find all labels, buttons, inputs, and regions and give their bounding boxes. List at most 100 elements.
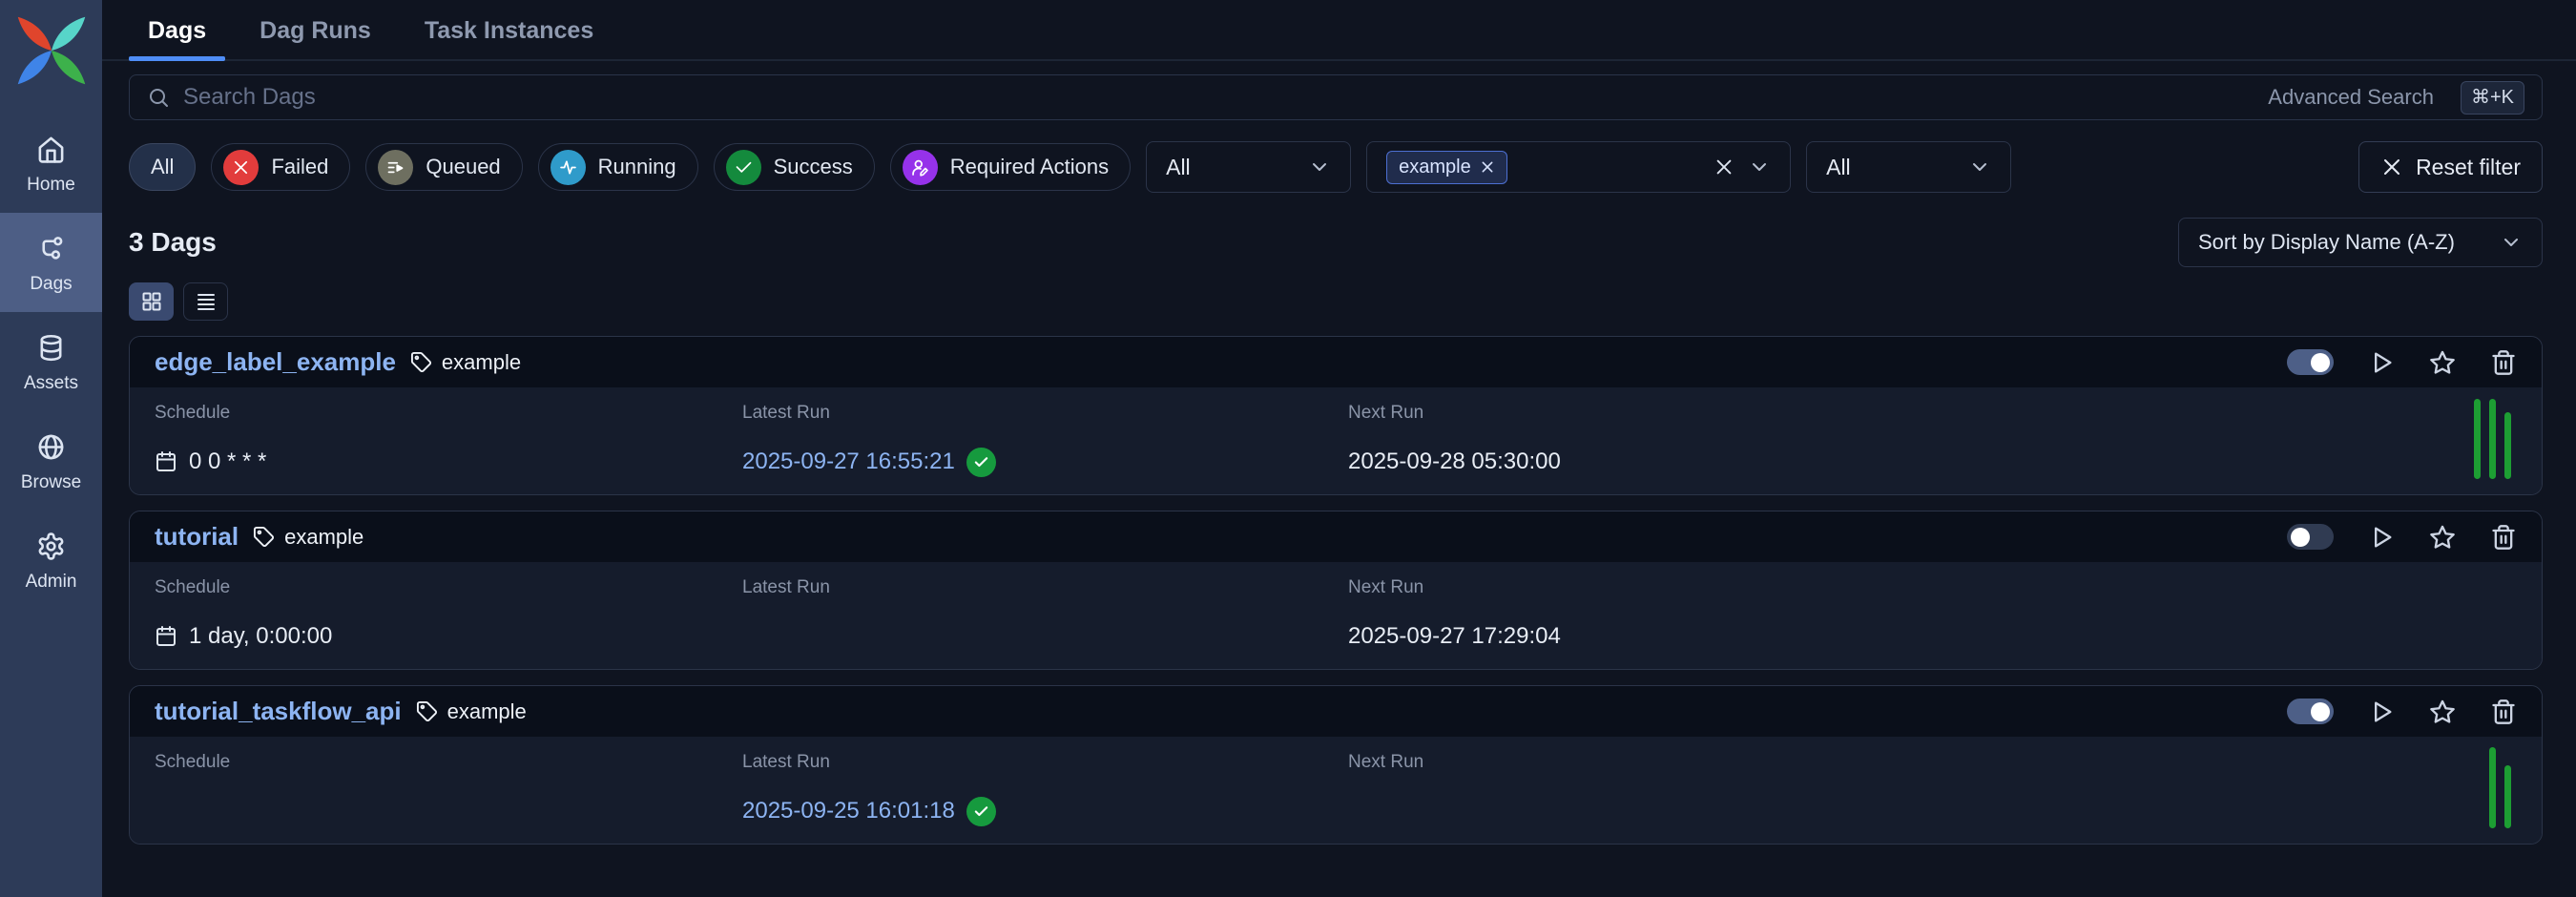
favorite-dag-button[interactable]: [2429, 699, 2456, 725]
database-icon: [36, 333, 66, 363]
tag-chips: example: [1386, 151, 1507, 184]
home-icon: [36, 135, 66, 164]
dag-card-header: edge_label_example example: [130, 337, 2542, 387]
play-icon: [2368, 699, 2395, 725]
delete-dag-button[interactable]: [2490, 699, 2517, 725]
filter-select-left-value: All: [1166, 155, 1191, 180]
sidebar-item-label: Admin: [26, 572, 77, 593]
star-icon: [2429, 699, 2456, 725]
tag-filter-select[interactable]: example: [1366, 141, 1791, 193]
list-view-button[interactable]: [183, 282, 228, 321]
top-tabbar: Dags Dag Runs Task Instances: [102, 0, 2576, 61]
dag-card-body: Schedule 0 0 * * * Latest Run 2025-09-27…: [130, 387, 2542, 494]
advanced-search-link[interactable]: Advanced Search: [2268, 85, 2434, 110]
state-chips: All Failed Queued Running Success Requir…: [129, 143, 1131, 191]
latest-run-link[interactable]: 2025-09-25 16:01:18: [742, 798, 955, 824]
delete-dag-button[interactable]: [2490, 524, 2517, 551]
dag-card-header: tutorial_taskflow_api example: [130, 686, 2542, 737]
main-content: Dags Dag Runs Task Instances Advanced Sear…: [102, 0, 2576, 897]
tab-dag-runs[interactable]: Dag Runs: [240, 0, 390, 59]
dag-pause-toggle[interactable]: [2287, 699, 2334, 724]
latest-run-column: Latest Run: [742, 574, 1348, 656]
search-input[interactable]: [183, 84, 2254, 111]
filter-select-right-value: All: [1826, 155, 1851, 180]
run-bar[interactable]: [2504, 765, 2511, 828]
trigger-dag-button[interactable]: [2368, 524, 2395, 551]
user-pen-icon: [903, 150, 938, 185]
dag-tag[interactable]: example: [253, 525, 364, 550]
dag-pause-toggle[interactable]: [2287, 349, 2334, 375]
dag-actions: [2287, 349, 2517, 376]
clear-tags-icon[interactable]: [1714, 156, 1735, 177]
delete-dag-button[interactable]: [2490, 349, 2517, 376]
sidebar-item-label: Assets: [24, 373, 78, 394]
favorite-dag-button[interactable]: [2429, 524, 2456, 551]
dag-tag[interactable]: example: [416, 699, 527, 724]
queued-icon: [378, 150, 413, 185]
dag-name-link[interactable]: tutorial: [155, 522, 239, 552]
sidebar-item-home[interactable]: Home: [0, 114, 102, 213]
sidebar-item-dags[interactable]: Dags: [0, 213, 102, 312]
sidebar-item-browse[interactable]: Browse: [0, 411, 102, 511]
grid-view-button[interactable]: [129, 282, 174, 321]
filter-chip-queued[interactable]: Queued: [365, 143, 522, 191]
dag-name-link[interactable]: tutorial_taskflow_api: [155, 697, 402, 726]
dag-name-link[interactable]: edge_label_example: [155, 347, 396, 377]
results-row: 3 Dags Sort by Display Name (A-Z): [129, 218, 2543, 267]
dag-card-edge-label-example: edge_label_example example Schedul: [129, 336, 2543, 495]
filter-chip-all[interactable]: All: [129, 143, 196, 191]
filter-chip-success[interactable]: Success: [714, 143, 875, 191]
selected-tag-chip[interactable]: example: [1386, 151, 1507, 184]
airflow-logo[interactable]: [12, 11, 91, 94]
sidebar-item-label: Dags: [30, 274, 72, 295]
sidebar-item-label: Browse: [21, 472, 81, 493]
favorite-dag-button[interactable]: [2429, 349, 2456, 376]
schedule-column: Schedule: [155, 748, 742, 830]
next-run-value: 2025-09-28 05:30:00: [1348, 445, 2517, 479]
dag-card-list: edge_label_example example Schedul: [129, 321, 2543, 845]
next-run-column: Next Run: [1348, 748, 2517, 830]
filter-select-left[interactable]: All: [1146, 141, 1351, 193]
trash-icon: [2490, 699, 2517, 725]
tab-task-instances[interactable]: Task Instances: [405, 0, 613, 59]
next-run-value: [1348, 794, 2517, 828]
filter-chip-running[interactable]: Running: [538, 143, 698, 191]
run-bar[interactable]: [2489, 399, 2496, 479]
latest-run-column: Latest Run 2025-09-25 16:01:18: [742, 748, 1348, 830]
sort-select[interactable]: Sort by Display Name (A-Z): [2178, 218, 2543, 267]
x-icon: [223, 150, 259, 185]
trigger-dag-button[interactable]: [2368, 699, 2395, 725]
tag-icon: [253, 526, 275, 548]
dag-count: 3 Dags: [129, 227, 217, 258]
dag-card-tutorial-taskflow-api: tutorial_taskflow_api example Sche: [129, 685, 2543, 845]
sidebar-item-assets[interactable]: Assets: [0, 312, 102, 411]
sidebar-item-label: Home: [27, 175, 75, 196]
filter-select-right[interactable]: All: [1806, 141, 2011, 193]
dag-actions: [2287, 524, 2517, 551]
latest-run-link[interactable]: 2025-09-27 16:55:21: [742, 448, 955, 475]
dag-pause-toggle[interactable]: [2287, 524, 2334, 550]
next-run-value: 2025-09-27 17:29:04: [1348, 619, 2517, 654]
schedule-column: Schedule 1 day, 0:00:00: [155, 574, 742, 656]
filter-chip-required-actions[interactable]: Required Actions: [890, 143, 1131, 191]
trigger-dag-button[interactable]: [2368, 349, 2395, 376]
schedule-value: 0 0 * * *: [189, 448, 266, 475]
dag-tag[interactable]: example: [410, 350, 521, 375]
tab-dags[interactable]: Dags: [129, 0, 225, 59]
airflow-pinwheel-icon: [12, 11, 91, 90]
remove-tag-icon[interactable]: [1480, 159, 1495, 175]
play-icon: [2368, 524, 2395, 551]
filter-chip-failed[interactable]: Failed: [211, 143, 350, 191]
check-icon: [973, 803, 989, 820]
calendar-icon: [155, 450, 177, 473]
run-bar[interactable]: [2474, 399, 2481, 479]
dag-icon: [36, 234, 66, 263]
run-bar[interactable]: [2489, 747, 2496, 828]
chevron-down-icon: [2500, 231, 2523, 254]
reset-filter-button[interactable]: Reset filter: [2358, 141, 2543, 193]
reset-filter-label: Reset filter: [2416, 155, 2521, 180]
dag-card-body: Schedule 1 day, 0:00:00 Latest Run Next …: [130, 562, 2542, 669]
run-bar[interactable]: [2504, 412, 2511, 479]
sidebar-item-admin[interactable]: Admin: [0, 511, 102, 610]
next-run-column: Next Run 2025-09-27 17:29:04: [1348, 574, 2517, 656]
